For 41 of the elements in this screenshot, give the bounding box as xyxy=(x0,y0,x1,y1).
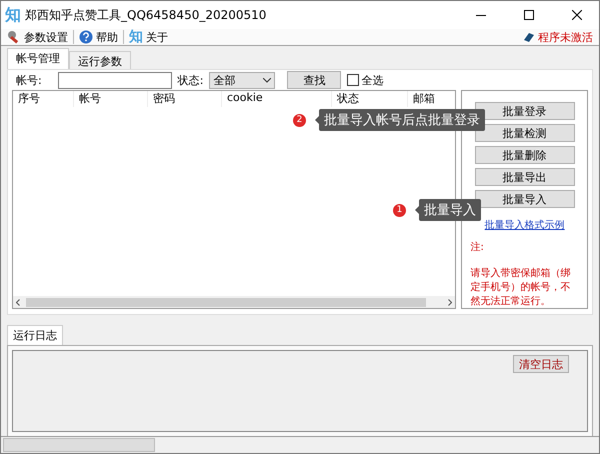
account-label: 帐号: xyxy=(16,72,42,88)
column-header[interactable]: 状态 xyxy=(332,91,408,107)
batch-button[interactable]: 批量导入 xyxy=(474,190,575,208)
note-label: 注: xyxy=(470,240,485,254)
column-header[interactable]: cookie xyxy=(222,91,332,107)
app-logo-icon: 知 xyxy=(5,7,21,23)
checkbox-label[interactable]: 全选 xyxy=(361,72,384,88)
scroll-left-icon[interactable] xyxy=(16,298,20,306)
logo-icon: 知 xyxy=(129,30,143,44)
horizontal-scrollbar[interactable] xyxy=(13,296,456,308)
tab[interactable]: 运行参数 xyxy=(69,51,131,69)
batch-button[interactable]: 批量删除 xyxy=(474,146,575,164)
callout-text: 批量导入 xyxy=(419,199,481,221)
dropdown-chevron-icon xyxy=(263,78,272,82)
window-title: 郑西知乎点赞工具_QQ6458450_20200510 xyxy=(25,6,268,24)
column-header[interactable]: 密码 xyxy=(148,91,222,107)
tab[interactable]: 帐号管理 xyxy=(7,48,69,69)
status-dropdown[interactable]: 全部 xyxy=(209,72,276,88)
column-header[interactable]: 序号 xyxy=(13,91,74,107)
callout-text: 批量导入帐号后点批量登录 xyxy=(319,109,485,131)
book-icon xyxy=(523,31,535,43)
tab[interactable]: 运行日志 xyxy=(7,325,63,345)
minimize-icon xyxy=(476,14,486,16)
search-button[interactable]: 查找 xyxy=(287,71,342,89)
account-input-field[interactable] xyxy=(58,72,172,88)
toolbar-item[interactable]: 关于 xyxy=(146,30,168,44)
close-icon xyxy=(572,10,582,20)
maximize-icon xyxy=(524,10,534,20)
note-text: 请导入带密保邮箱（绑定手机号）的帐号，不然无法正常运行。 xyxy=(470,266,572,308)
toolbar-item[interactable]: 参数设置 xyxy=(24,30,68,44)
scroll-right-icon[interactable] xyxy=(448,298,452,306)
status-label: 状态: xyxy=(178,72,204,88)
format-example-link[interactable]: 批量导入格式示例 xyxy=(484,218,565,232)
clear-log-button[interactable]: 清空日志 xyxy=(513,355,569,373)
batch-button[interactable]: 批量检测 xyxy=(474,124,575,142)
activation-status[interactable]: 程序未激活 xyxy=(538,30,593,44)
batch-button[interactable]: 批量导出 xyxy=(474,168,575,186)
column-header[interactable]: 邮箱 xyxy=(408,91,456,107)
toolbar-item[interactable]: 帮助 xyxy=(96,30,118,44)
column-header[interactable]: 帐号 xyxy=(74,91,148,107)
checkbox[interactable] xyxy=(347,74,360,86)
